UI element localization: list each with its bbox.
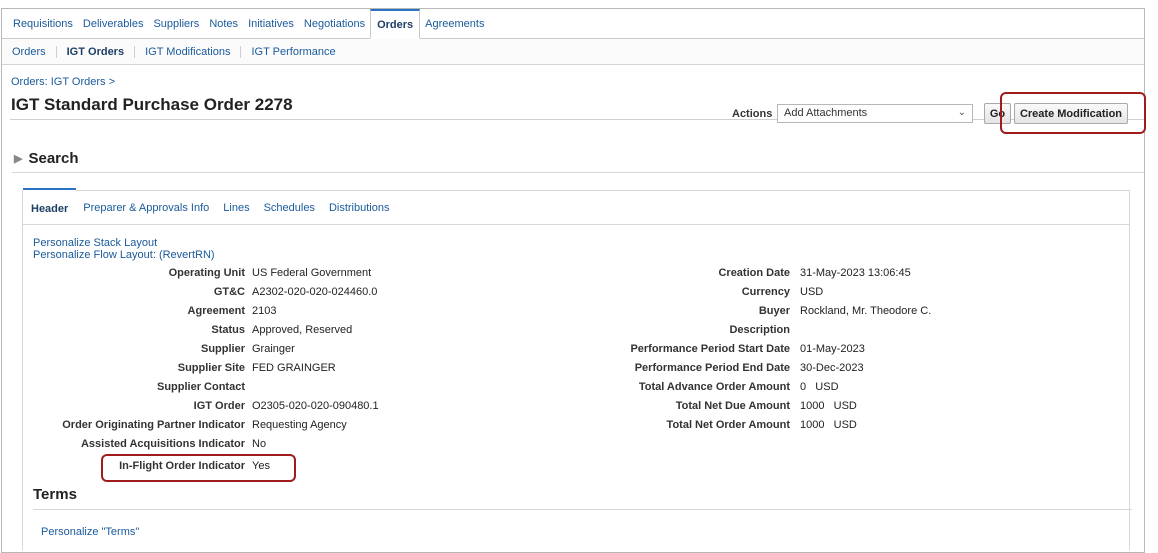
actions-dropdown[interactable]: Add Attachments ⌄ xyxy=(777,104,973,123)
breadcrumb[interactable]: Orders: IGT Orders > xyxy=(11,76,115,88)
highlight-box-in-flight-order xyxy=(101,454,296,482)
subtab-orders[interactable]: Orders xyxy=(8,45,57,58)
field-label: Creation Date xyxy=(718,267,790,279)
field-row-period-start: Performance Period Start Date 01-May-202… xyxy=(0,343,1100,357)
field-row-creation-date: Creation Date 31-May-2023 13:06:45 xyxy=(0,267,1100,281)
search-section-toggle[interactable]: ▶ Search xyxy=(14,150,79,167)
field-label: Performance Period End Date xyxy=(634,362,790,374)
section-tabs: Header Preparer & Approvals Info Lines S… xyxy=(23,188,1129,225)
field-row-description: Description xyxy=(0,324,1100,338)
field-row-advance-order-amount: Total Advance Order Amount 0 USD xyxy=(0,381,1100,395)
field-row-assisted-acquisitions: Assisted Acquisitions Indicator No xyxy=(0,438,600,452)
field-label: Currency xyxy=(741,286,790,298)
terms-divider xyxy=(33,509,1132,510)
disclosure-triangle-icon: ▶ xyxy=(14,153,23,165)
field-value: 01-May-2023 xyxy=(800,343,865,355)
field-row-in-flight-order: In-Flight Order Indicator Yes xyxy=(0,460,600,474)
field-label: Performance Period Start Date xyxy=(630,343,790,355)
field-row-buyer: Buyer Rockland, Mr. Theodore C. xyxy=(0,305,1100,319)
subtab-igt-modifications[interactable]: IGT Modifications xyxy=(135,45,242,58)
sub-navigation-tabs: Orders IGT Orders IGT Modifications IGT … xyxy=(2,39,1144,65)
field-label: Total Net Due Amount xyxy=(675,400,790,412)
tab-suppliers[interactable]: Suppliers xyxy=(148,18,204,38)
tab-requisitions[interactable]: Requisitions xyxy=(8,18,78,38)
subtab-igt-orders[interactable]: IGT Orders xyxy=(57,45,136,58)
tab-negotiations[interactable]: Negotiations xyxy=(299,18,370,38)
field-row-net-due-amount: Total Net Due Amount 1000 USD xyxy=(0,400,1100,414)
title-divider xyxy=(10,119,1144,120)
subtab-igt-performance[interactable]: IGT Performance xyxy=(241,46,345,58)
tab-deliverables[interactable]: Deliverables xyxy=(78,18,149,38)
field-value: 0 USD xyxy=(800,381,839,393)
field-label: Assisted Acquisitions Indicator xyxy=(80,438,245,450)
tab-agreements[interactable]: Agreements xyxy=(420,18,489,38)
search-heading: Search xyxy=(28,150,79,167)
personalize-terms-link[interactable]: Personalize "Terms" xyxy=(41,526,139,538)
field-value: 1000 USD xyxy=(800,400,857,412)
field-label: Description xyxy=(729,324,790,336)
search-divider xyxy=(12,172,1144,173)
tab-distributions[interactable]: Distributions xyxy=(322,202,397,224)
personalize-stack-layout-link[interactable]: Personalize Stack Layout xyxy=(33,237,157,249)
top-navigation-tabs: Requisitions Deliverables Suppliers Note… xyxy=(2,9,1144,39)
field-value: 1000 USD xyxy=(800,419,857,431)
field-label: Total Advance Order Amount xyxy=(638,381,790,393)
actions-selected-value: Add Attachments xyxy=(784,107,868,119)
tab-lines[interactable]: Lines xyxy=(216,202,256,224)
field-value: USD xyxy=(800,286,824,298)
highlight-box-create-modification xyxy=(1000,92,1146,134)
field-value: Rockland, Mr. Theodore C. xyxy=(800,305,932,317)
field-label: Buyer xyxy=(758,305,790,317)
chevron-down-icon: ⌄ xyxy=(957,107,966,118)
field-value: No xyxy=(252,438,267,450)
field-label: Total Net Order Amount xyxy=(666,419,790,431)
tab-initiatives[interactable]: Initiatives xyxy=(243,18,299,38)
field-row-currency: Currency USD xyxy=(0,286,1100,300)
field-row-net-order-amount: Total Net Order Amount 1000 USD xyxy=(0,419,1100,433)
page-title: IGT Standard Purchase Order 2278 xyxy=(11,95,293,114)
tab-schedules[interactable]: Schedules xyxy=(257,202,322,224)
field-value: 31-May-2023 13:06:45 xyxy=(800,267,911,279)
personalize-flow-layout-link[interactable]: Personalize Flow Layout: (RevertRN) xyxy=(33,249,215,261)
terms-heading: Terms xyxy=(33,486,77,503)
actions-label: Actions xyxy=(732,108,773,120)
field-value: 30-Dec-2023 xyxy=(800,362,864,374)
tab-notes[interactable]: Notes xyxy=(204,18,243,38)
tab-preparer-approvals[interactable]: Preparer & Approvals Info xyxy=(76,202,216,224)
tab-header[interactable]: Header xyxy=(23,188,77,224)
field-row-period-end: Performance Period End Date 30-Dec-2023 xyxy=(0,362,1100,376)
tab-orders[interactable]: Orders xyxy=(370,9,421,39)
